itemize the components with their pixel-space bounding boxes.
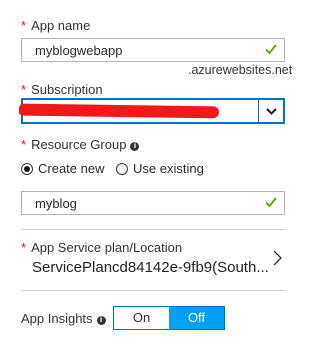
app-service-plan-label: * App Service plan/Location [21,240,183,255]
required-marker: * [21,82,27,97]
app-insights-label: App Insights i [21,311,106,326]
domain-suffix: .azurewebsites.net [188,63,293,77]
radio-empty-icon [116,162,128,175]
check-icon [265,197,277,208]
app-name-value: myblogwebapp [35,43,123,58]
app-insights-toggle[interactable]: On Off [113,306,225,330]
required-marker: * [21,240,27,255]
chevron-down-icon [266,108,277,115]
divider [21,290,285,291]
radio-create-new[interactable]: Create new [21,161,104,176]
subscription-select[interactable] [18,98,285,124]
resource-group-field[interactable]: myblog [21,191,285,215]
check-icon [265,44,277,55]
chevron-right-icon [273,250,282,266]
info-icon[interactable]: i [130,142,140,151]
app-insights-off-option[interactable]: Off [169,307,224,329]
redaction-mark [18,103,220,119]
resource-group-label: * Resource Group i [21,137,140,152]
app-service-plan-value: ServicePlancd84142e-9fb9(South... [32,259,269,276]
info-icon[interactable]: i [96,316,106,325]
app-name-label: * App name [21,18,91,33]
required-marker: * [21,137,27,152]
radio-selected-icon [21,162,33,175]
radio-use-existing[interactable]: Use existing [116,161,204,176]
subscription-dropdown-button[interactable] [258,100,283,122]
subscription-label: * Subscription [21,82,103,97]
required-marker: * [21,18,27,33]
app-name-field[interactable]: myblogwebapp [21,38,285,62]
resource-group-value: myblog [35,196,77,211]
divider [21,229,285,230]
app-insights-on-option[interactable]: On [114,307,169,329]
app-service-plan-row[interactable]: * App Service plan/Location ServicePlancd… [0,232,312,288]
